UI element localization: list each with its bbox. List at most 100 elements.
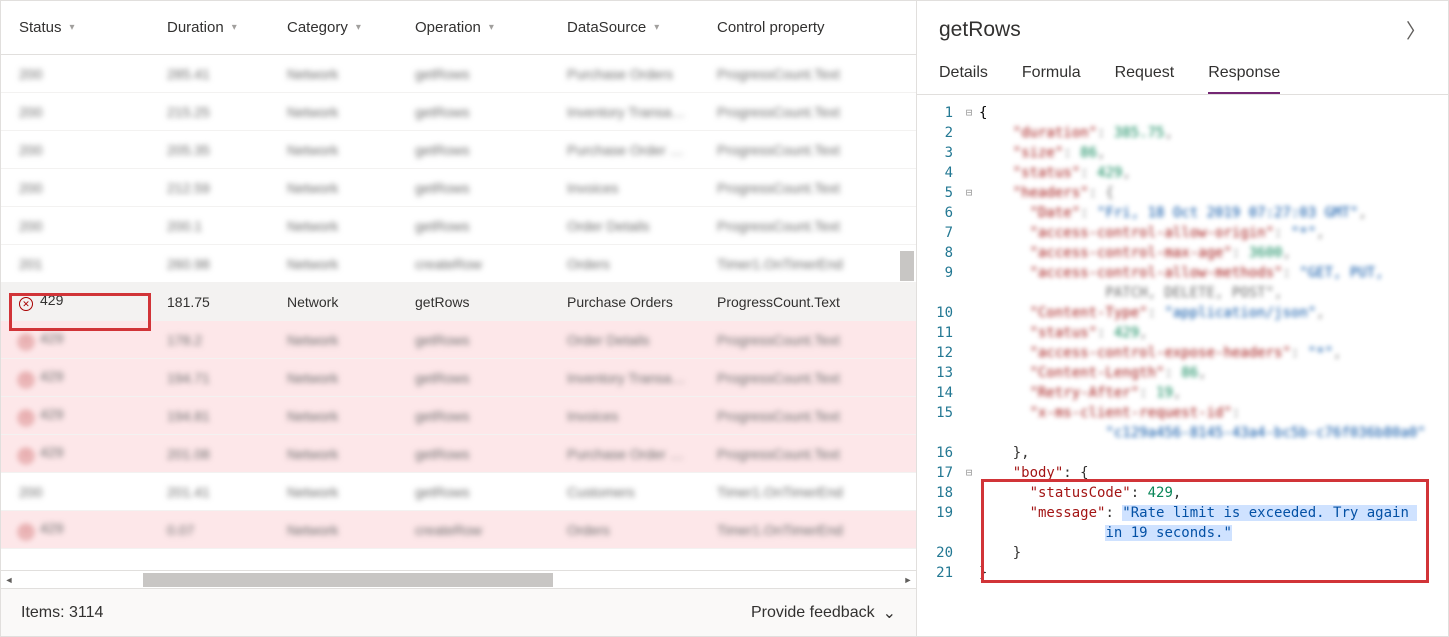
cell-status: 200 bbox=[1, 66, 149, 82]
table-row[interactable]: 200215.25NetworkgetRowsInventory Transa…… bbox=[1, 93, 916, 131]
col-header-datasource[interactable]: DataSource▾ bbox=[549, 19, 699, 36]
table-row[interactable]: 200212.59NetworkgetRowsInvoicesProgressC… bbox=[1, 169, 916, 207]
cell-control: ProgressCount.Text bbox=[699, 218, 899, 234]
table-row[interactable]: ✕4290.07NetworkcreateRowOrdersTimer1.OnT… bbox=[1, 511, 916, 549]
cell-category: Network bbox=[269, 522, 397, 538]
error-icon: ✕ bbox=[19, 335, 33, 349]
scroll-thumb[interactable] bbox=[900, 251, 914, 281]
cell-status: ✕429 bbox=[1, 444, 149, 463]
sort-icon: ▾ bbox=[232, 22, 237, 33]
monitor-table-pane: Status▾ Duration▾ Category▾ Operation▾ D… bbox=[1, 1, 917, 636]
cell-status: 200 bbox=[1, 484, 149, 500]
cell-operation: getRows bbox=[397, 294, 549, 310]
cell-operation: getRows bbox=[397, 66, 549, 82]
table-row[interactable]: 200200.1NetworkgetRowsOrder DetailsProgr… bbox=[1, 207, 916, 245]
cell-control: ProgressCount.Text bbox=[699, 66, 899, 82]
cell-category: Network bbox=[269, 142, 397, 158]
sort-icon: ▾ bbox=[356, 22, 361, 33]
col-header-category[interactable]: Category▾ bbox=[269, 19, 397, 36]
tab-formula[interactable]: Formula bbox=[1022, 58, 1081, 94]
cell-status: 200 bbox=[1, 104, 149, 120]
detail-header: getRows 〉 bbox=[917, 1, 1448, 52]
cell-status: 200 bbox=[1, 180, 149, 196]
cell-duration: 205.35 bbox=[149, 142, 269, 158]
cell-category: Network bbox=[269, 294, 397, 310]
vertical-scrollbar[interactable] bbox=[898, 55, 916, 570]
cell-duration: 260.98 bbox=[149, 256, 269, 272]
detail-tabs: Details Formula Request Response bbox=[917, 52, 1448, 95]
table-row[interactable]: ✕429194.81NetworkgetRowsInvoicesProgress… bbox=[1, 397, 916, 435]
cell-status: ✕429 bbox=[1, 330, 149, 349]
error-icon: ✕ bbox=[19, 449, 33, 463]
cell-category: Network bbox=[269, 66, 397, 82]
collapse-chevron-icon[interactable]: 〉 bbox=[1406, 15, 1426, 44]
cell-control: Timer1.OnTimerEnd bbox=[699, 522, 899, 538]
scroll-right-icon[interactable]: ► bbox=[900, 572, 916, 588]
table-header: Status▾ Duration▾ Category▾ Operation▾ D… bbox=[1, 1, 916, 55]
cell-control: ProgressCount.Text bbox=[699, 332, 899, 348]
table-row[interactable]: 200285.41NetworkgetRowsPurchase OrdersPr… bbox=[1, 55, 916, 93]
table-row[interactable]: 200201.41NetworkgetRowsCustomersTimer1.O… bbox=[1, 473, 916, 511]
cell-category: Network bbox=[269, 256, 397, 272]
error-icon: ✕ bbox=[19, 373, 33, 387]
col-header-duration[interactable]: Duration▾ bbox=[149, 19, 269, 36]
cell-operation: getRows bbox=[397, 218, 549, 234]
cell-duration: 212.59 bbox=[149, 180, 269, 196]
cell-operation: getRows bbox=[397, 446, 549, 462]
cell-datasource: Purchase Orders bbox=[549, 294, 699, 310]
scroll-left-icon[interactable]: ◄ bbox=[1, 572, 17, 588]
table-row[interactable]: ✕429194.71NetworkgetRowsInventory Transa… bbox=[1, 359, 916, 397]
table-row[interactable]: ✕429181.75NetworkgetRowsPurchase OrdersP… bbox=[1, 283, 916, 321]
cell-status: ✕429 bbox=[1, 520, 149, 539]
cell-operation: getRows bbox=[397, 180, 549, 196]
cell-operation: createRow bbox=[397, 522, 549, 538]
cell-duration: 194.71 bbox=[149, 370, 269, 386]
table-row[interactable]: ✕429201.08NetworkgetRowsPurchase Order …… bbox=[1, 435, 916, 473]
cell-duration: 201.08 bbox=[149, 446, 269, 462]
table-row[interactable]: ✕429178.2NetworkgetRowsOrder DetailsProg… bbox=[1, 321, 916, 359]
cell-control: ProgressCount.Text bbox=[699, 408, 899, 424]
sort-icon: ▾ bbox=[70, 22, 75, 33]
table-footer: Items: 3114 Provide feedback⌄ bbox=[1, 588, 916, 636]
col-header-status[interactable]: Status▾ bbox=[1, 19, 149, 36]
provide-feedback-button[interactable]: Provide feedback⌄ bbox=[751, 603, 896, 623]
cell-operation: getRows bbox=[397, 332, 549, 348]
cell-category: Network bbox=[269, 446, 397, 462]
col-header-operation[interactable]: Operation▾ bbox=[397, 19, 549, 36]
cell-status: ✕429 bbox=[1, 292, 149, 311]
cell-duration: 285.41 bbox=[149, 66, 269, 82]
cell-operation: getRows bbox=[397, 484, 549, 500]
cell-duration: 201.41 bbox=[149, 484, 269, 500]
cell-status: 200 bbox=[1, 142, 149, 158]
cell-duration: 200.1 bbox=[149, 218, 269, 234]
cell-datasource: Inventory Transa… bbox=[549, 370, 699, 386]
tab-details[interactable]: Details bbox=[939, 58, 988, 94]
cell-duration: 215.25 bbox=[149, 104, 269, 120]
cell-category: Network bbox=[269, 180, 397, 196]
cell-datasource: Purchase Order … bbox=[549, 142, 699, 158]
tab-request[interactable]: Request bbox=[1115, 58, 1175, 94]
table-row[interactable]: 200205.35NetworkgetRowsPurchase Order …P… bbox=[1, 131, 916, 169]
col-header-control[interactable]: Control property bbox=[699, 19, 899, 36]
cell-datasource: Order Details bbox=[549, 332, 699, 348]
cell-control: ProgressCount.Text bbox=[699, 142, 899, 158]
table-row[interactable]: 201260.98NetworkcreateRowOrdersTimer1.On… bbox=[1, 245, 916, 283]
tab-response[interactable]: Response bbox=[1208, 58, 1280, 94]
cell-control: ProgressCount.Text bbox=[699, 180, 899, 196]
cell-control: ProgressCount.Text bbox=[699, 446, 899, 462]
scroll-thumb[interactable] bbox=[143, 573, 553, 587]
cell-datasource: Customers bbox=[549, 484, 699, 500]
items-count: Items: 3114 bbox=[21, 604, 103, 622]
cell-duration: 178.2 bbox=[149, 332, 269, 348]
error-icon: ✕ bbox=[19, 525, 33, 539]
cell-category: Network bbox=[269, 104, 397, 120]
cell-category: Network bbox=[269, 484, 397, 500]
cell-datasource: Purchase Order … bbox=[549, 446, 699, 462]
cell-control: Timer1.OnTimerEnd bbox=[699, 256, 899, 272]
error-icon: ✕ bbox=[19, 297, 33, 311]
cell-control: ProgressCount.Text bbox=[699, 104, 899, 120]
horizontal-scrollbar[interactable]: ◄ ► bbox=[1, 570, 916, 588]
cell-operation: getRows bbox=[397, 408, 549, 424]
response-code[interactable]: 1⊟{2 "duration": 385.75,3 "size": 86,4 "… bbox=[917, 95, 1448, 636]
cell-datasource: Invoices bbox=[549, 408, 699, 424]
